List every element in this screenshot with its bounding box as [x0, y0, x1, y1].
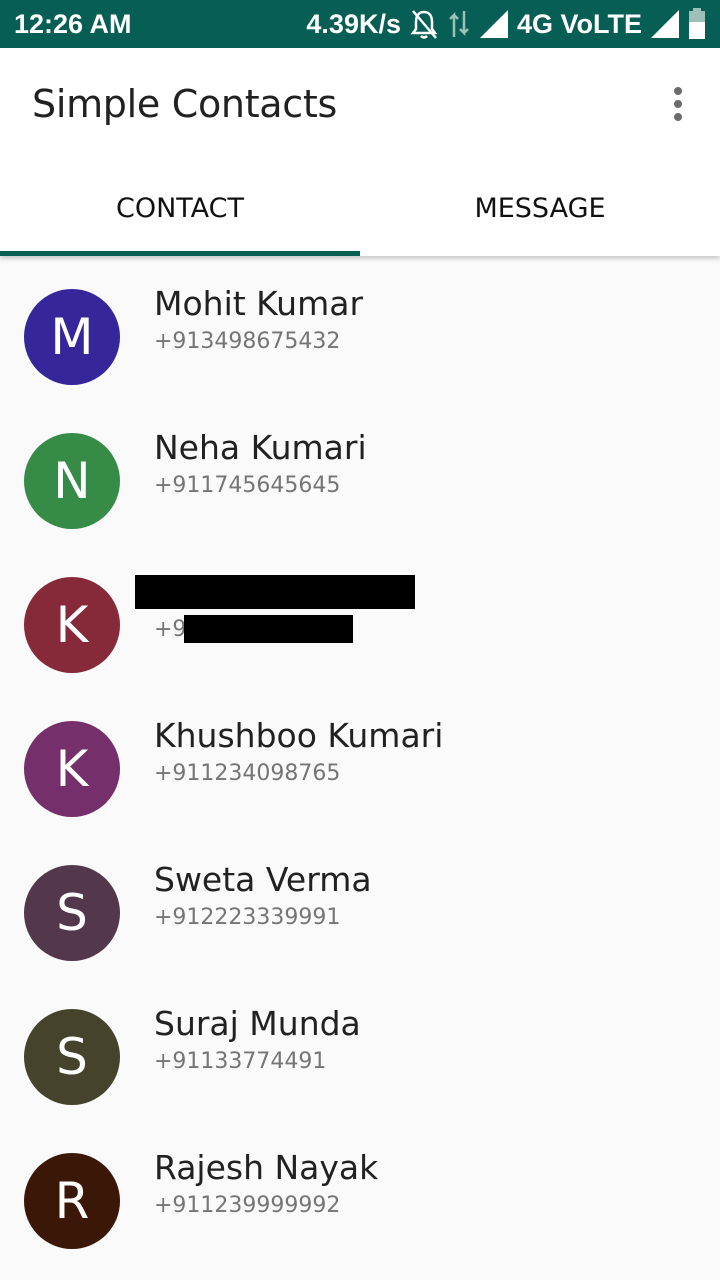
contact-list: M Mohit Kumar +913498675432 N Neha Kumar… [0, 256, 720, 1264]
network-speed: 4.39K/s [306, 8, 401, 39]
avatar: K [24, 721, 120, 817]
redacted-phone [184, 615, 353, 643]
tab-contact[interactable]: CONTACT [0, 160, 360, 256]
tab-bar: CONTACT MESSAGE [0, 160, 720, 256]
contact-phone: +912223339991 [154, 905, 341, 930]
network-type: 4G VoLTE [516, 8, 642, 39]
contact-name: Khushboo Kumari [154, 716, 444, 755]
contact-phone: +911239999992 [154, 1193, 341, 1218]
avatar: R [24, 1153, 120, 1249]
menu-dot [674, 100, 682, 108]
app-title: Simple Contacts [32, 82, 337, 126]
battery-icon [688, 8, 706, 40]
contact-item[interactable]: R Rajesh Nayak +911239999992 [0, 1120, 720, 1264]
status-time: 12:26 AM [14, 8, 132, 39]
contact-phone: +911745645645 [154, 473, 341, 498]
contact-item[interactable]: S Suraj Munda +91133774491 [0, 976, 720, 1120]
avatar: K [24, 577, 120, 673]
menu-dot [674, 113, 682, 121]
bell-off-icon [409, 8, 439, 40]
contact-name: Suraj Munda [154, 1004, 361, 1043]
status-bar: 12:26 AM 4.39K/s 4G VoLTE [0, 0, 720, 48]
contact-name: Mohit Kumar [154, 284, 364, 323]
contact-item[interactable]: M Mohit Kumar +913498675432 [0, 256, 720, 400]
app-bar: Simple Contacts [0, 48, 720, 160]
signal-icon [479, 9, 509, 39]
contact-item[interactable]: K Khushboo Kumari +911234098765 [0, 688, 720, 832]
contact-item[interactable]: K +91 [0, 544, 720, 688]
status-icons: 4.39K/s 4G VoLTE [306, 8, 706, 40]
menu-dot [674, 87, 682, 95]
contact-name: Neha Kumari [154, 428, 367, 467]
avatar: S [24, 865, 120, 961]
contact-phone: +91133774491 [154, 1049, 327, 1074]
contact-phone: +911234098765 [154, 761, 341, 786]
avatar: M [24, 289, 120, 385]
overflow-menu-icon[interactable] [658, 82, 698, 126]
signal-icon-2 [650, 9, 680, 39]
tab-message[interactable]: MESSAGE [360, 160, 720, 256]
avatar: N [24, 433, 120, 529]
contact-name: Rajesh Nayak [154, 1148, 379, 1187]
contact-item[interactable]: N Neha Kumari +911745645645 [0, 400, 720, 544]
data-transfer-icon [447, 9, 471, 39]
contact-name: Sweta Verma [154, 860, 372, 899]
contact-item[interactable]: S Sweta Verma +912223339991 [0, 832, 720, 976]
avatar: S [24, 1009, 120, 1105]
contact-phone: +913498675432 [154, 329, 341, 354]
redacted-name [135, 575, 415, 609]
